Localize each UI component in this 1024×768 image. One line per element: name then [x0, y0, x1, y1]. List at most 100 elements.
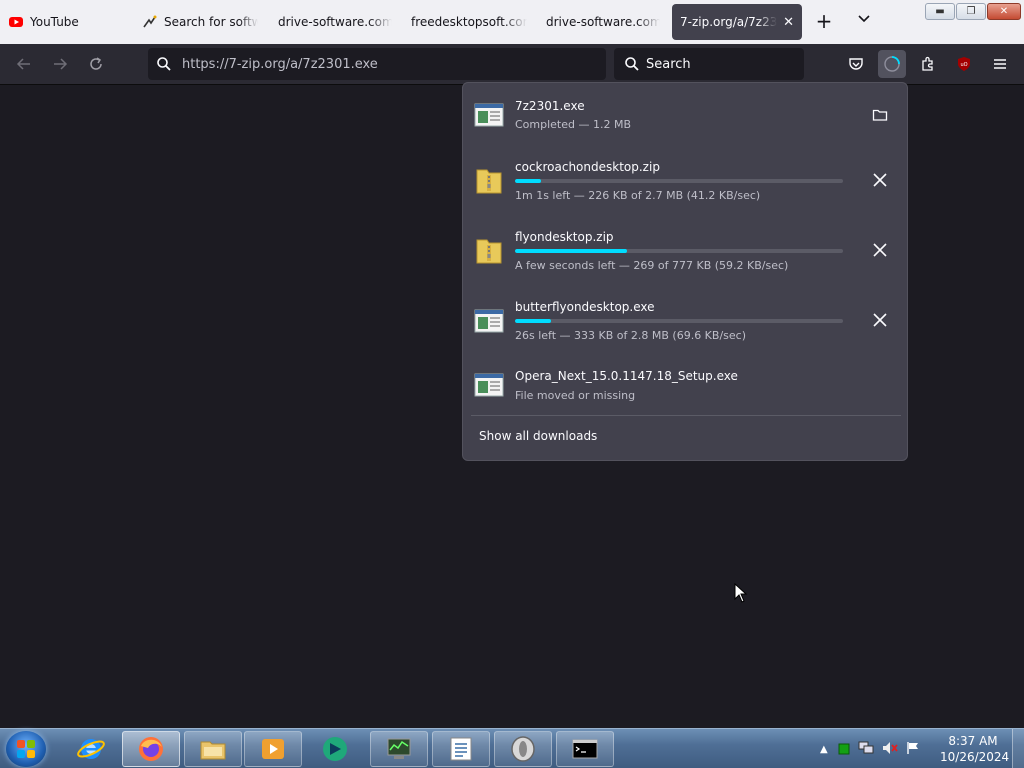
url-bar[interactable]: https://7-zip.org/a/7z2301.exe — [148, 48, 606, 80]
command-prompt-icon — [572, 739, 598, 759]
restore-button[interactable]: ❐ — [956, 3, 986, 20]
exe-file-icon — [473, 305, 505, 337]
cancel-icon — [873, 243, 887, 257]
back-button[interactable] — [12, 52, 36, 76]
tab-drive-software-2[interactable]: drive-software.com/ — [546, 4, 660, 40]
close-window-button[interactable]: ✕ — [987, 3, 1021, 20]
download-status: 26s left — 333 KB of 2.8 MB (69.6 KB/sec… — [515, 329, 746, 342]
nav-toolbar: https://7-zip.org/a/7z2301.exe Search uO — [0, 44, 1024, 85]
forward-button[interactable] — [48, 52, 72, 76]
clock-time: 8:37 AM — [948, 734, 998, 748]
tab-title: Search for softw — [164, 15, 258, 29]
new-tab-button[interactable]: + — [812, 10, 836, 34]
show-all-downloads-button[interactable]: Show all downloads — [479, 429, 597, 443]
download-filename: flyondesktop.zip — [515, 230, 614, 244]
taskbar-notepad[interactable] — [432, 731, 490, 767]
download-filename: 7z2301.exe — [515, 99, 585, 113]
downloads-panel: 7z2301.exe Completed — 1.2 MB cockroacho… — [462, 82, 908, 461]
show-hidden-icons-icon[interactable]: ▲ — [820, 744, 828, 755]
tab-title: 7-zip.org/a/7z2301 — [680, 15, 778, 29]
taskbar: ▲ 8:37 AM 10/26/2024 — [0, 728, 1024, 768]
media-player-icon — [262, 739, 284, 759]
pocket-icon — [849, 58, 863, 70]
cancel-icon — [873, 173, 887, 187]
tab-freedesktopsoft[interactable]: freedesktopsoft.com — [411, 4, 527, 40]
download-progress-bar — [515, 249, 843, 253]
exe-file-icon — [473, 369, 505, 401]
pocket-button[interactable] — [842, 50, 870, 78]
download-item[interactable]: cockroachondesktop.zip 1m 1s left — 226 … — [463, 149, 909, 211]
network-icon[interactable] — [858, 740, 874, 759]
cancel-download-button[interactable] — [867, 167, 893, 193]
download-item[interactable]: Opera_Next_15.0.1147.18_Setup.exe File m… — [463, 353, 909, 415]
folder-icon — [872, 109, 888, 121]
start-button[interactable] — [6, 731, 46, 767]
menu-button[interactable] — [986, 50, 1014, 78]
download-status: A few seconds left — 269 of 777 KB (59.2… — [515, 259, 789, 272]
green-app-icon — [323, 737, 347, 761]
clock-date: 10/26/2024 — [940, 750, 1010, 764]
forward-arrow-icon — [54, 58, 68, 70]
search-icon — [156, 56, 172, 76]
action-center-flag-icon[interactable] — [906, 740, 920, 759]
mouse-cursor-icon — [734, 582, 748, 607]
taskbar-media-player[interactable] — [244, 731, 302, 767]
tab-title: drive-software.com/ — [546, 15, 660, 29]
taskbar-system-monitor[interactable] — [370, 731, 428, 767]
tab-drive-software-1[interactable]: drive-software.com/ — [278, 4, 392, 40]
panel-divider — [471, 415, 901, 416]
download-filename: cockroachondesktop.zip — [515, 160, 660, 174]
download-filename: Opera_Next_15.0.1147.18_Setup.exe — [515, 369, 738, 383]
svg-text:uO: uO — [960, 62, 967, 68]
notepad-icon — [450, 737, 472, 761]
clock[interactable]: 8:37 AM 10/26/2024 — [940, 733, 1010, 765]
tab-title: drive-software.com/ — [278, 15, 392, 29]
cancel-download-button[interactable] — [867, 307, 893, 333]
download-filename: butterflyondesktop.exe — [515, 300, 655, 314]
show-desktop-button[interactable] — [1012, 729, 1024, 768]
close-tab-icon[interactable]: ✕ — [783, 15, 794, 30]
tab-title: freedesktopsoft.com — [411, 15, 527, 29]
monitor-app-icon — [387, 738, 411, 759]
tab-search-software[interactable]: Search for softw — [142, 4, 258, 40]
taskbar-firefox[interactable] — [122, 731, 180, 767]
ublock-icon: uO — [958, 57, 970, 71]
zip-file-icon — [473, 235, 505, 267]
download-progress-bar — [515, 179, 843, 183]
taskbar-opera[interactable] — [494, 731, 552, 767]
volume-muted-icon[interactable] — [882, 740, 898, 759]
search-bar[interactable]: Search — [614, 48, 804, 80]
taskbar-internet-explorer[interactable] — [62, 731, 120, 767]
ublock-origin-button[interactable]: uO — [950, 50, 978, 78]
zip-file-icon — [473, 165, 505, 197]
minimize-button[interactable]: ▬ — [925, 3, 955, 20]
download-status: 1m 1s left — 226 KB of 2.7 MB (41.2 KB/s… — [515, 189, 761, 202]
folder-icon — [200, 741, 226, 760]
url-text: https://7-zip.org/a/7z2301.exe — [182, 56, 378, 72]
tab-7zip[interactable]: 7-zip.org/a/7z2301 ✕ — [672, 4, 802, 40]
reload-icon — [90, 57, 102, 70]
taskbar-file-explorer[interactable] — [184, 731, 242, 767]
downloads-progress-icon — [884, 56, 900, 72]
extensions-button[interactable] — [914, 50, 942, 78]
progress-fill — [515, 249, 627, 253]
list-all-tabs-button[interactable] — [852, 10, 876, 34]
system-tray: ▲ — [820, 729, 920, 768]
search-software-icon — [142, 14, 158, 30]
cancel-download-button[interactable] — [867, 237, 893, 263]
download-progress-bar — [515, 319, 843, 323]
tab-youtube[interactable]: YouTube — [8, 4, 128, 40]
taskbar-app-green[interactable] — [306, 731, 364, 767]
download-item[interactable]: butterflyondesktop.exe 26s left — 333 KB… — [463, 289, 909, 351]
download-status: Completed — 1.2 MB — [515, 118, 632, 131]
progress-fill — [515, 179, 542, 183]
green-tray-icon[interactable] — [838, 740, 850, 759]
download-item[interactable]: 7z2301.exe Completed — 1.2 MB — [463, 83, 909, 145]
download-item[interactable]: flyondesktop.zip A few seconds left — 26… — [463, 219, 909, 281]
puzzle-icon — [922, 56, 933, 71]
downloads-button[interactable] — [878, 50, 906, 78]
reload-button[interactable] — [84, 52, 108, 76]
show-in-folder-button[interactable] — [867, 102, 893, 128]
youtube-icon — [8, 14, 24, 30]
taskbar-command-prompt[interactable] — [556, 731, 614, 767]
